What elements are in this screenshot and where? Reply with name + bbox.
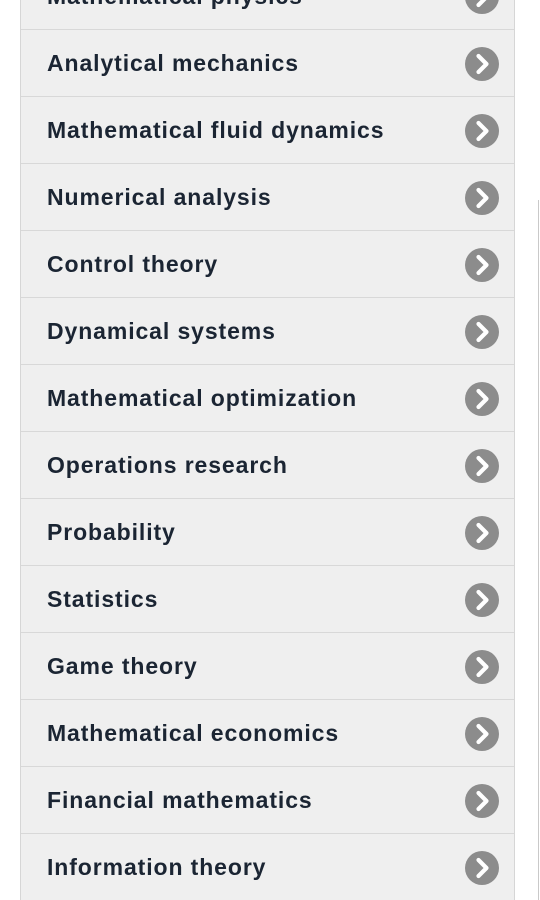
menu-item-label: Mathematical economics xyxy=(47,720,340,746)
menu-item-mathematical-fluid-dynamics[interactable]: Mathematical fluid dynamics xyxy=(21,96,514,163)
menu-item-probability[interactable]: Probability xyxy=(21,498,514,565)
chevron-right-circle-icon[interactable] xyxy=(465,47,499,81)
menu-item-financial-mathematics[interactable]: Financial mathematics xyxy=(21,766,514,833)
menu-item-label: Statistics xyxy=(47,586,159,612)
chevron-right-circle-icon[interactable] xyxy=(465,114,499,148)
menu-item-label: Operations research xyxy=(47,452,288,478)
menu-item-label: Mathematical physics xyxy=(47,0,303,30)
chevron-right-circle-icon[interactable] xyxy=(465,0,499,14)
menu-item-label: Analytical mechanics xyxy=(47,50,299,76)
menu-item-label: Dynamical systems xyxy=(47,318,276,344)
menu-item-dynamical-systems[interactable]: Dynamical systems xyxy=(21,297,514,364)
menu-item-control-theory[interactable]: Control theory xyxy=(21,230,514,297)
menu-item-game-theory[interactable]: Game theory xyxy=(21,632,514,699)
scrollbar-edge xyxy=(538,200,539,900)
menu-item-statistics[interactable]: Statistics xyxy=(21,565,514,632)
chevron-right-circle-icon[interactable] xyxy=(465,181,499,215)
menu-item-label: Game theory xyxy=(47,653,198,679)
menu-item-mathematical-optimization[interactable]: Mathematical optimization xyxy=(21,364,514,431)
menu-item-mathematical-economics[interactable]: Mathematical economics xyxy=(21,699,514,766)
menu-item-numerical-analysis[interactable]: Numerical analysis xyxy=(21,163,514,230)
chevron-right-circle-icon[interactable] xyxy=(465,248,499,282)
menu-item-information-theory[interactable]: Information theory xyxy=(21,833,514,900)
chevron-right-circle-icon[interactable] xyxy=(465,851,499,885)
menu-item-operations-research[interactable]: Operations research xyxy=(21,431,514,498)
chevron-right-circle-icon[interactable] xyxy=(465,516,499,550)
menu-item-label: Information theory xyxy=(47,854,267,880)
menu-item-label: Numerical analysis xyxy=(47,184,272,210)
menu-item-analytical-mechanics[interactable]: Analytical mechanics xyxy=(21,29,514,96)
menu-item-mathematical-physics[interactable]: Mathematical physics xyxy=(21,0,514,29)
menu-item-label: Mathematical optimization xyxy=(47,385,358,411)
menu-item-label: Probability xyxy=(47,519,176,545)
menu-item-label: Control theory xyxy=(47,251,219,277)
chevron-right-circle-icon[interactable] xyxy=(465,583,499,617)
menu-item-label: Mathematical fluid dynamics xyxy=(47,117,385,143)
chevron-right-circle-icon[interactable] xyxy=(465,650,499,684)
scrollbar[interactable] xyxy=(535,0,540,900)
topic-menu: Mathematical physics Analytical mechanic… xyxy=(20,0,515,900)
chevron-right-circle-icon[interactable] xyxy=(465,382,499,416)
menu-item-label: Financial mathematics xyxy=(47,787,313,813)
chevron-right-circle-icon[interactable] xyxy=(465,784,499,818)
chevron-right-circle-icon[interactable] xyxy=(465,717,499,751)
chevron-right-circle-icon[interactable] xyxy=(465,315,499,349)
chevron-right-circle-icon[interactable] xyxy=(465,449,499,483)
